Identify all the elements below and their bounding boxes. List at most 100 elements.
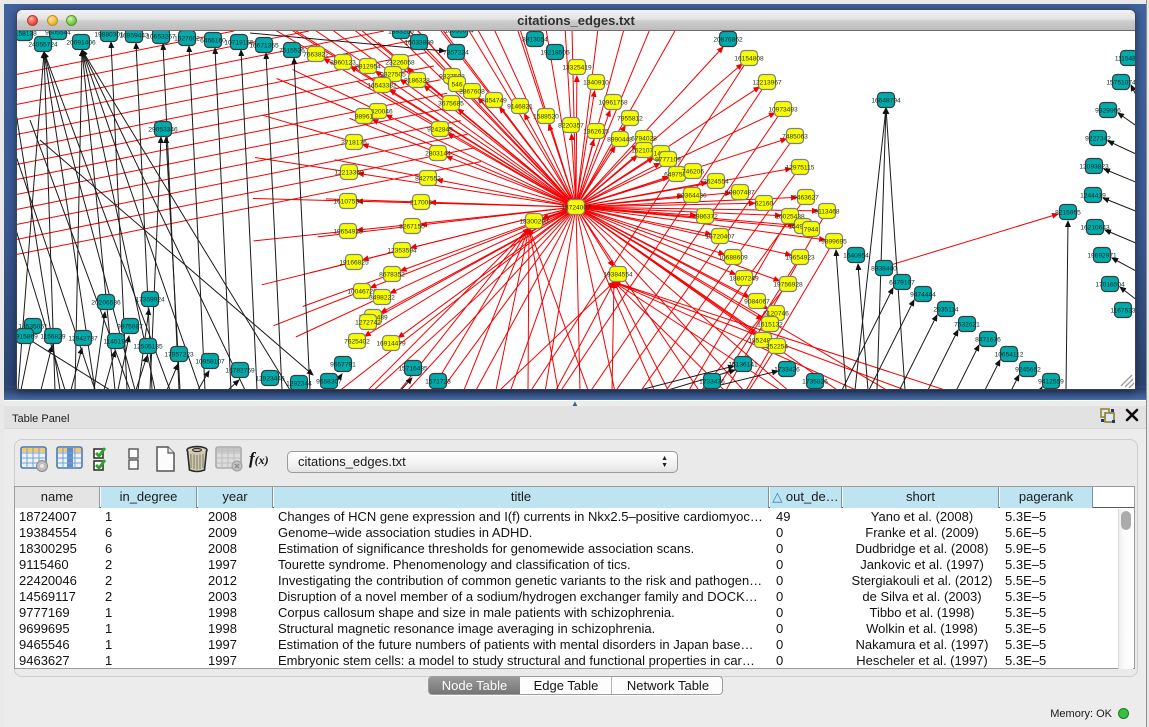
svg-text:7485063: 7485063	[782, 133, 808, 140]
svg-text:10688609: 10688609	[718, 254, 748, 261]
svg-text:9242848: 9242848	[427, 126, 453, 133]
svg-text:7986372: 7986372	[692, 213, 718, 220]
svg-text:23226058: 23226058	[385, 59, 415, 66]
svg-text:10807487: 10807487	[725, 189, 755, 196]
svg-text:8813054: 8813054	[522, 36, 548, 43]
svg-text:3915869: 3915869	[17, 333, 38, 340]
svg-text:16033809: 16033809	[404, 39, 434, 46]
svg-text:16154808: 16154808	[734, 55, 764, 62]
svg-text:2803144: 2803144	[425, 150, 451, 157]
svg-text:1362615: 1362615	[583, 128, 609, 135]
svg-text:2867608: 2867608	[459, 88, 485, 95]
svg-text:17957223: 17957223	[164, 351, 194, 358]
svg-text:8990448: 8990448	[607, 136, 633, 143]
svg-text:24055724: 24055724	[28, 41, 58, 48]
svg-text:10973493: 10973493	[768, 106, 798, 113]
svg-text:10958107: 10958107	[195, 358, 225, 365]
svg-text:12093823: 12093823	[1079, 163, 1109, 170]
svg-text:29053346: 29053346	[148, 126, 178, 133]
svg-text:16648794: 16648794	[871, 97, 901, 104]
svg-text:16914479: 16914479	[376, 340, 406, 347]
svg-text:1340910: 1340910	[583, 79, 609, 86]
svg-text:12353594: 12353594	[387, 247, 417, 254]
svg-text:8220357: 8220357	[558, 122, 584, 129]
svg-text:546: 546	[451, 81, 462, 88]
svg-text:12923446: 12923446	[255, 375, 285, 382]
svg-text:17359924: 17359924	[135, 296, 165, 303]
svg-text:8186328: 8186328	[404, 77, 430, 84]
svg-text:1893206: 1893206	[388, 31, 414, 35]
svg-text:98961: 98961	[355, 113, 374, 120]
svg-text:12213967: 12213967	[752, 79, 782, 86]
svg-text:9899695: 9899695	[821, 238, 847, 245]
svg-text:13325419: 13325419	[562, 64, 592, 71]
svg-text:3675685: 3675685	[438, 100, 464, 107]
svg-text:7663822: 7663822	[303, 51, 329, 58]
svg-text:1735826: 1735826	[802, 378, 828, 385]
svg-text:9084067: 9084067	[744, 298, 770, 305]
svg-text:6479197: 6479197	[889, 279, 915, 286]
svg-text:1588520: 1588520	[533, 113, 559, 120]
svg-text:10961758: 10961758	[598, 99, 628, 106]
svg-text:1167533: 1167533	[1110, 307, 1135, 314]
svg-text:1733476: 1733476	[699, 378, 725, 385]
svg-text:7632621: 7632621	[954, 321, 980, 328]
svg-text:12505135: 12505135	[133, 343, 163, 350]
svg-text:1156829: 1156829	[40, 333, 66, 340]
svg-text:6466160: 6466160	[200, 37, 226, 44]
svg-text:252254: 252254	[766, 343, 788, 350]
svg-text:9463627: 9463627	[793, 194, 819, 201]
svg-text:16671355: 16671355	[249, 42, 279, 49]
svg-text:7357224: 7357224	[443, 49, 469, 56]
svg-text:8471676: 8471676	[975, 336, 1001, 343]
svg-text:12213369: 12213369	[334, 169, 364, 176]
svg-text:9113468: 9113468	[814, 208, 840, 215]
svg-text:9777109: 9777109	[655, 156, 681, 163]
svg-text:1640954: 1640954	[843, 252, 869, 259]
svg-text:12975115: 12975115	[786, 164, 815, 171]
svg-text:8678352: 8678352	[379, 271, 405, 278]
svg-text:15720407: 15720407	[705, 233, 735, 240]
svg-text:7944: 7944	[804, 226, 819, 233]
svg-text:8267150: 8267150	[399, 223, 425, 230]
svg-text:18807249: 18807249	[729, 275, 759, 282]
svg-text:16959443: 16959443	[119, 32, 149, 39]
svg-text:19384554: 19384554	[603, 271, 633, 278]
svg-text:19166825: 19166825	[339, 259, 369, 266]
svg-text:9605544: 9605544	[45, 31, 71, 36]
svg-text:7515526: 7515526	[279, 47, 305, 54]
svg-text:9975887: 9975887	[117, 323, 143, 330]
svg-text:8215955: 8215955	[1055, 209, 1081, 216]
svg-text:2158138: 2158138	[17, 31, 37, 37]
svg-text:18633674: 18633674	[444, 31, 474, 34]
svg-text:15136141: 15136141	[728, 361, 758, 368]
svg-text:20876862: 20876862	[713, 36, 743, 43]
svg-text:9474444: 9474444	[910, 291, 936, 298]
svg-text:16107554: 16107554	[333, 198, 363, 205]
svg-text:19218506: 19218506	[540, 49, 570, 56]
svg-text:6794028: 6794028	[631, 135, 657, 142]
svg-text:11154808: 11154808	[1115, 55, 1135, 62]
svg-text:19654925: 19654925	[333, 228, 363, 235]
svg-text:9329966: 9329966	[1095, 107, 1121, 114]
svg-text:15716485: 15716485	[398, 365, 428, 372]
svg-text:1527602: 1527602	[174, 35, 200, 42]
svg-text:15751074: 15751074	[1106, 79, 1135, 86]
svg-text:16782759: 16782759	[225, 367, 255, 374]
svg-text:20364436: 20364436	[677, 192, 707, 199]
svg-text:10654112: 10654112	[995, 351, 1024, 358]
svg-text:7955812: 7955812	[617, 115, 643, 122]
svg-text:1145194: 1145194	[103, 338, 129, 345]
svg-text:12942737: 12942737	[68, 335, 98, 342]
svg-text:16210643: 16210643	[1080, 224, 1110, 231]
svg-text:17016504: 17016504	[1095, 281, 1125, 288]
svg-text:9227342: 9227342	[1085, 135, 1111, 142]
svg-text:19654923: 19654923	[785, 254, 815, 261]
svg-text:9658307: 9658307	[316, 378, 342, 385]
svg-text:746206: 746206	[682, 168, 704, 175]
svg-text:9245652: 9245652	[1015, 366, 1041, 373]
svg-text:62160: 62160	[755, 200, 774, 207]
svg-text:18300295: 18300295	[519, 218, 549, 225]
svg-text:8427552: 8427552	[415, 175, 441, 182]
svg-text:2935114: 2935114	[933, 306, 959, 313]
